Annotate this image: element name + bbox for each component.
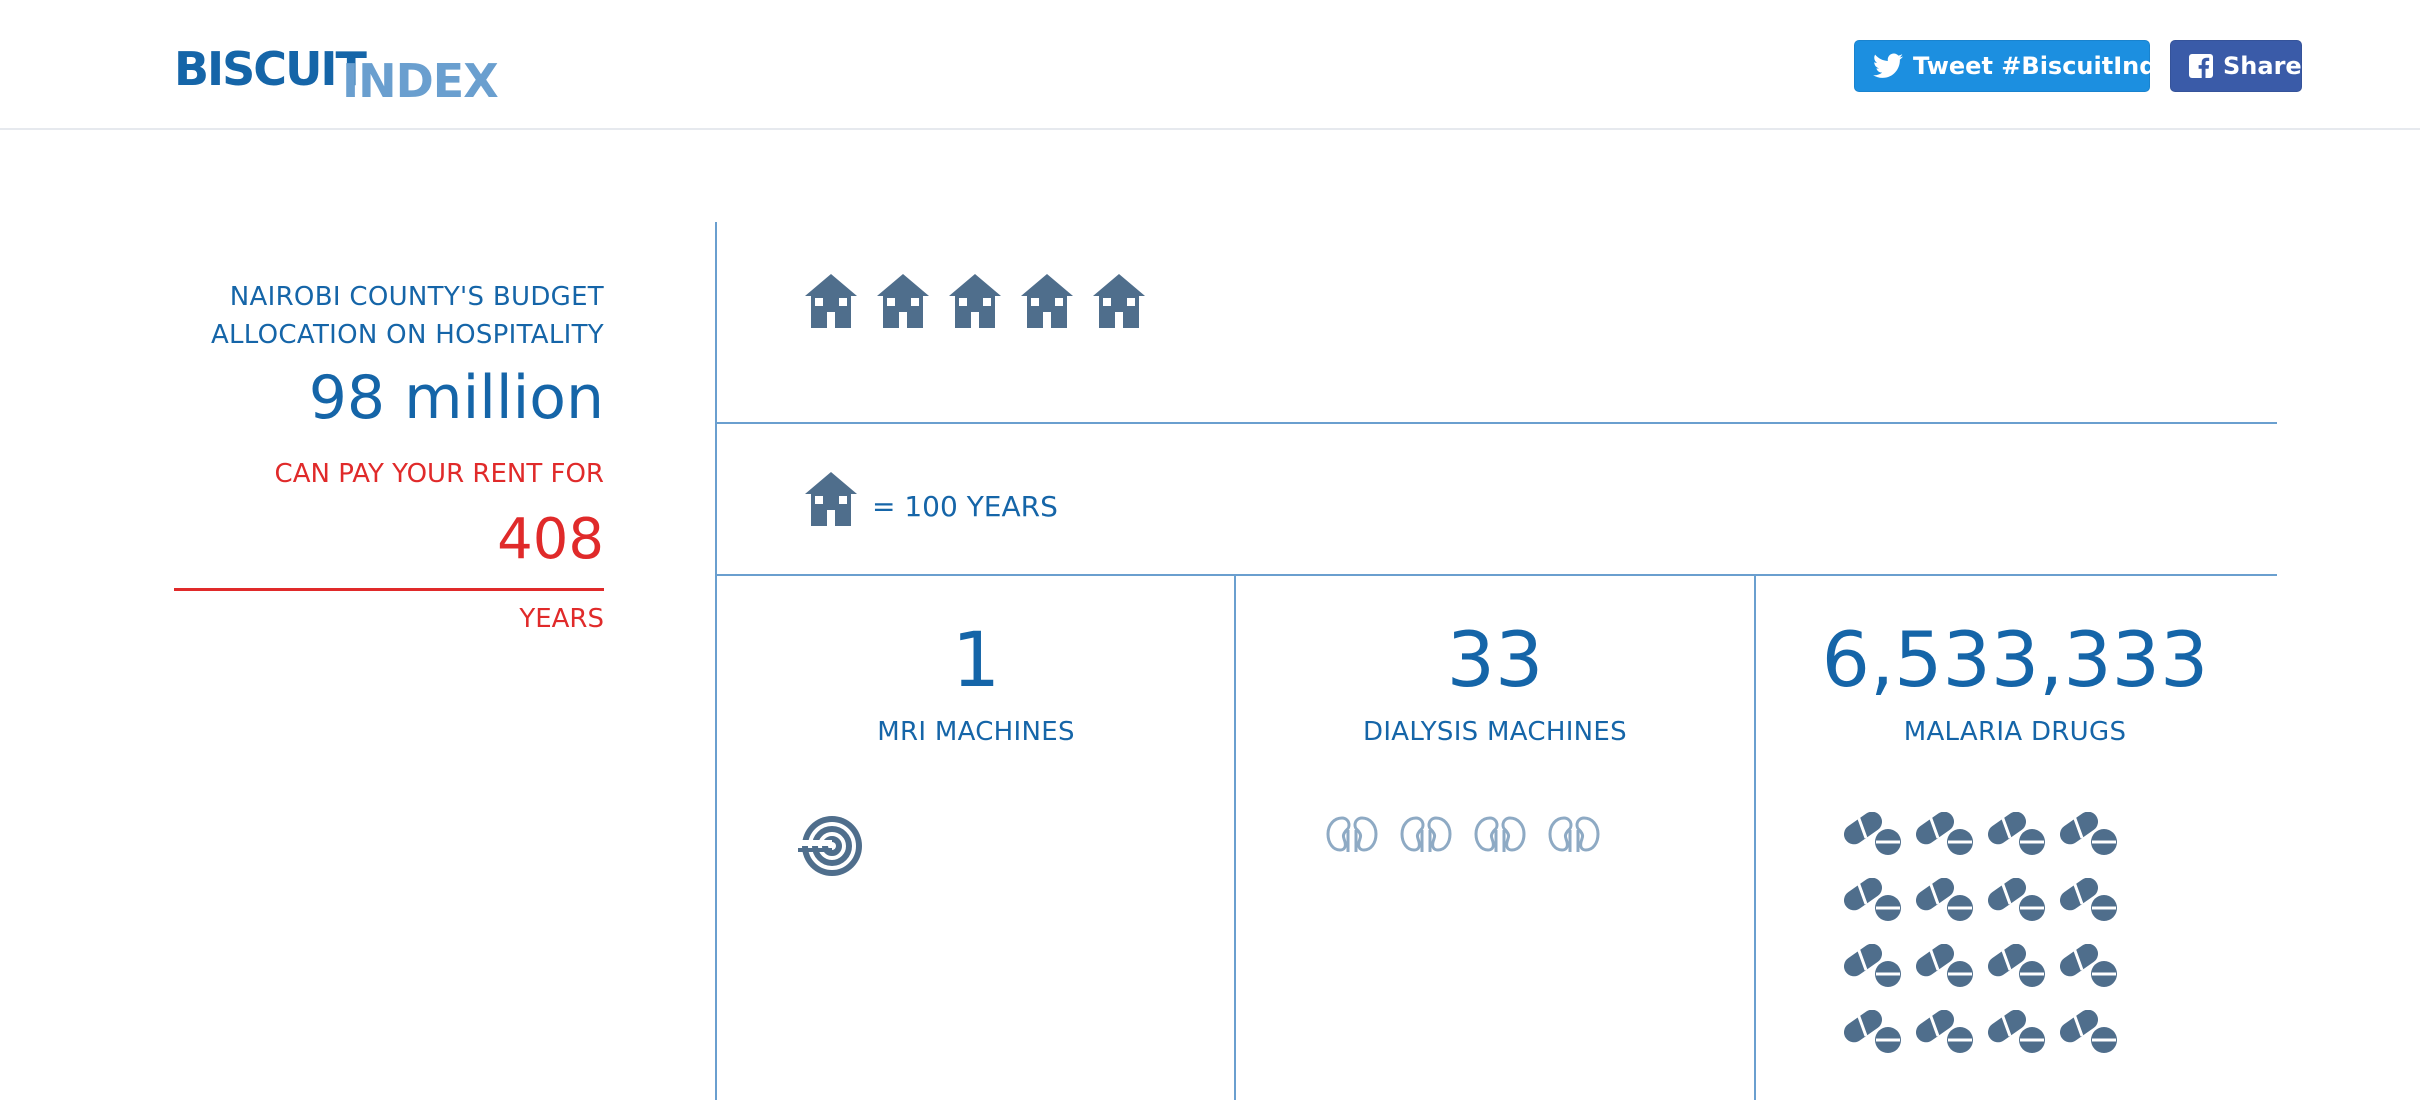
pill-icon <box>1915 812 1973 855</box>
grid-divider-legend <box>715 574 2277 576</box>
kidney-icon <box>1474 816 1526 852</box>
pill-icon <box>1987 878 2045 921</box>
stat-mri: 1 MRI MACHINES <box>717 580 1235 750</box>
stat-dialysis-label: DIALYSIS MACHINES <box>1363 717 1627 747</box>
rent-years-label: YEARS <box>519 604 604 634</box>
logo-part-biscuit: BISCUIT <box>174 42 367 96</box>
pill-icon <box>2059 1010 2117 1053</box>
tweet-button-label: Tweet #BiscuitIndex <box>1913 52 2189 80</box>
house-icon-row <box>802 272 1148 330</box>
pill-icon-grid <box>1840 812 2120 1054</box>
stat-mri-label: MRI MACHINES <box>877 717 1075 747</box>
mri-machine-icon <box>798 816 862 876</box>
facebook-share-button[interactable]: Share <box>2170 40 2302 92</box>
kidney-icon <box>1548 816 1600 852</box>
kidney-icon <box>1400 816 1452 852</box>
budget-amount: 98 million <box>308 363 604 433</box>
pill-icon <box>1843 812 1901 855</box>
stat-dialysis-value: 33 <box>1446 615 1544 704</box>
twitter-bird-icon <box>1873 53 1903 78</box>
kidney-icon-row <box>1324 814 1602 854</box>
pill-icon <box>2059 878 2117 921</box>
pill-icon <box>2059 944 2117 987</box>
house-icon <box>805 274 857 328</box>
pill-icon <box>1915 1010 1973 1053</box>
legend-text: = 100 YEARS <box>872 489 1058 523</box>
pill-icon <box>1915 944 1973 987</box>
pill-icon <box>1987 944 2045 987</box>
pill-icon <box>1987 812 2045 855</box>
pill-icon <box>1915 878 1973 921</box>
tweet-button[interactable]: Tweet #BiscuitIndex <box>1854 40 2188 92</box>
stat-malaria-value: 6,533,333 <box>1821 615 2209 704</box>
logo-part-index: INDEX <box>342 54 499 108</box>
rent-label: CAN PAY YOUR RENT FOR <box>274 459 604 489</box>
pill-icon <box>1843 1010 1901 1053</box>
rent-years-value: 408 <box>174 502 604 591</box>
house-icon <box>1093 274 1145 328</box>
house-icon <box>877 274 929 328</box>
pill-icon <box>1843 878 1901 921</box>
stat-malaria-label: MALARIA DRUGS <box>1903 717 2127 747</box>
budget-label-line1: NAIROBI COUNTY'S BUDGET <box>229 282 604 312</box>
pill-icon <box>1987 1010 2045 1053</box>
stat-mri-value: 1 <box>951 615 1001 704</box>
kidney-icon <box>1326 816 1378 852</box>
house-icon <box>1021 274 1073 328</box>
budget-label-line2: ALLOCATION ON HOSPITALITY <box>210 320 604 350</box>
grid-divider-houses <box>715 422 2277 424</box>
house-icon <box>949 274 1001 328</box>
house-legend: = 100 YEARS <box>802 470 1058 528</box>
pill-icon <box>1843 944 1901 987</box>
budget-summary: NAIROBI COUNTY'S BUDGET ALLOCATION ON HO… <box>174 278 604 639</box>
top-navigation-bar: BISCUIT INDEX Tweet #BiscuitIndex Share <box>0 0 2420 130</box>
share-button-label: Share <box>2223 52 2302 80</box>
facebook-icon <box>2189 54 2213 78</box>
stat-dialysis: 33 DIALYSIS MACHINES <box>1236 580 1754 750</box>
house-icon <box>805 472 857 526</box>
stat-malaria: 6,533,333 MALARIA DRUGS <box>1756 580 2274 750</box>
pill-icon <box>2059 812 2117 855</box>
